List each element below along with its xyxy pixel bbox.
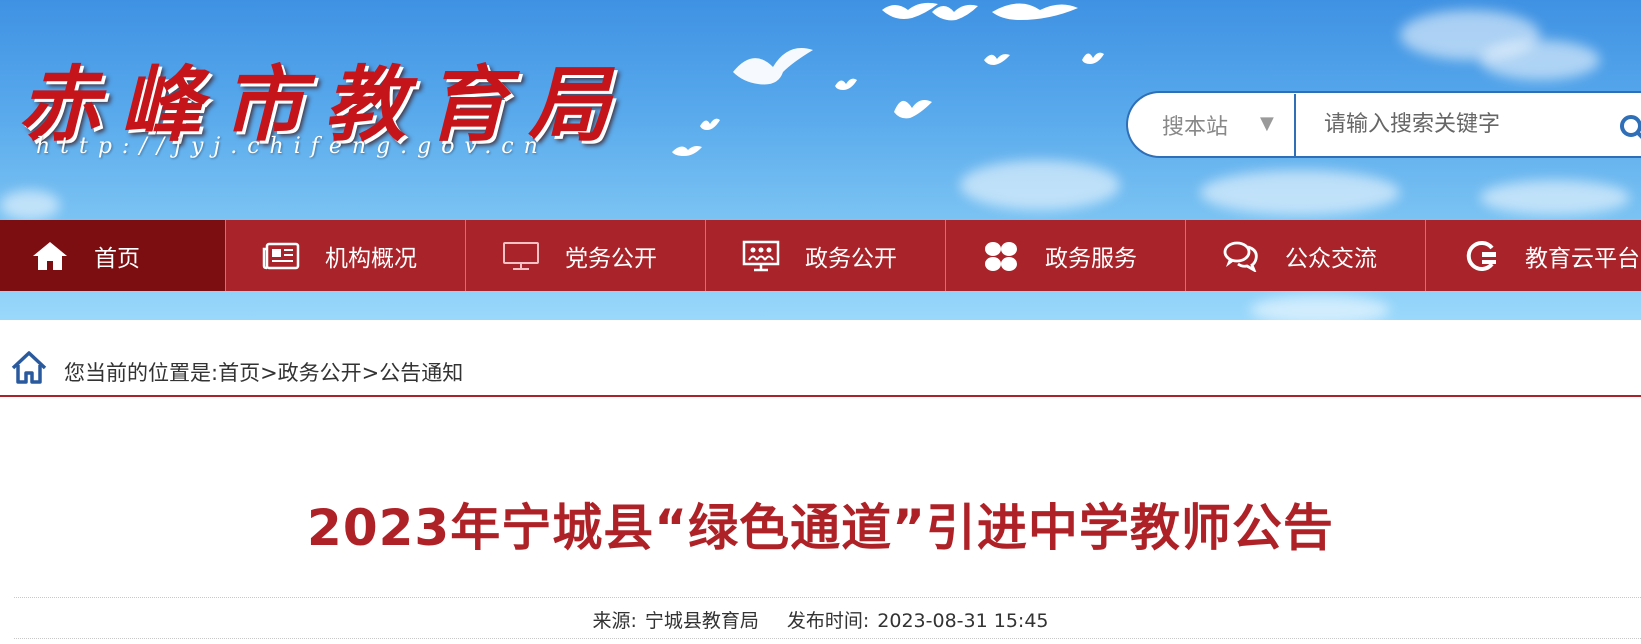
triangle-down-icon: ▼ xyxy=(1260,113,1274,134)
breadcrumb-path[interactable]: 首页>政务公开>公告通知 xyxy=(218,361,463,385)
breadcrumb: 您当前的位置是:首页>政务公开>公告通知 xyxy=(0,345,1641,397)
publish-time-value: 2023-08-31 15:45 xyxy=(877,610,1049,632)
search-scope-label: 搜本站 xyxy=(1162,114,1229,140)
publish-time-label: 发布时间: xyxy=(786,610,870,632)
cloud xyxy=(1250,295,1390,320)
breadcrumb-text: 您当前的位置是:首页>政务公开>公告通知 xyxy=(64,357,463,387)
dove-icon xyxy=(672,146,702,156)
cloud xyxy=(1480,180,1630,215)
nav-item-home[interactable]: 首页 xyxy=(0,220,226,291)
cloud xyxy=(0,190,60,220)
nav-item-government-affairs[interactable]: 政务公开 xyxy=(706,220,946,291)
nav-item-label: 机构概况 xyxy=(325,245,417,272)
home-icon xyxy=(30,239,70,273)
breadcrumb-prefix: 您当前的位置是: xyxy=(64,361,219,385)
search-box: 搜本站 ▼ xyxy=(1126,91,1641,158)
nav-item-label: 政务服务 xyxy=(1045,245,1137,272)
magnifier-icon[interactable] xyxy=(1618,113,1641,143)
nav-item-education-cloud[interactable]: 教育云平台 xyxy=(1426,220,1641,291)
source-label: 来源: xyxy=(592,610,637,632)
cloud xyxy=(960,160,1120,210)
presentation-icon xyxy=(741,239,781,273)
cloud xyxy=(1480,40,1600,80)
main-nav: 首页 机构概况 党务公开 政务公开 政务服务 公众交流 教育云平台 xyxy=(0,220,1641,291)
nav-item-label: 公众交流 xyxy=(1285,245,1377,272)
dove-icon xyxy=(700,118,720,130)
cloud-icon xyxy=(1461,239,1501,273)
nav-item-party-affairs[interactable]: 党务公开 xyxy=(466,220,706,291)
article-title: 2023年宁城县“绿色通道”引进中学教师公告 xyxy=(307,499,1334,557)
nav-item-label: 首页 xyxy=(94,245,140,272)
dove-icon xyxy=(733,48,813,85)
dove-icon xyxy=(992,3,1078,20)
divider xyxy=(14,638,1641,639)
cloud xyxy=(1200,170,1400,215)
nav-item-label: 党务公开 xyxy=(565,245,657,272)
site-url: http://jyj.chifeng.gov.cn xyxy=(36,134,548,159)
source-value: 宁城县教育局 xyxy=(644,610,759,632)
dove-icon xyxy=(835,78,857,90)
dove-icon xyxy=(1082,52,1104,64)
nav-item-label: 政务公开 xyxy=(805,245,897,272)
divider xyxy=(14,597,1641,598)
dove-icon xyxy=(932,4,978,21)
search-scope-select[interactable]: 搜本站 ▼ xyxy=(1128,93,1294,156)
article-meta: 来源: 宁城县教育局 发布时间: 2023-08-31 15:45 xyxy=(0,606,1641,633)
newspaper-icon xyxy=(261,239,301,273)
nav-item-government-services[interactable]: 政务服务 xyxy=(946,220,1186,291)
dove-icon xyxy=(894,100,932,119)
search-input[interactable] xyxy=(1296,94,1586,155)
nav-item-label: 教育云平台 xyxy=(1525,245,1640,272)
grid-icon xyxy=(981,239,1021,273)
chat-icon xyxy=(1221,239,1261,273)
monitor-icon xyxy=(501,239,541,273)
nav-item-public-exchange[interactable]: 公众交流 xyxy=(1186,220,1426,291)
dove-icon xyxy=(984,54,1010,65)
nav-item-organization[interactable]: 机构概况 xyxy=(226,220,466,291)
home-outline-icon xyxy=(11,351,47,384)
